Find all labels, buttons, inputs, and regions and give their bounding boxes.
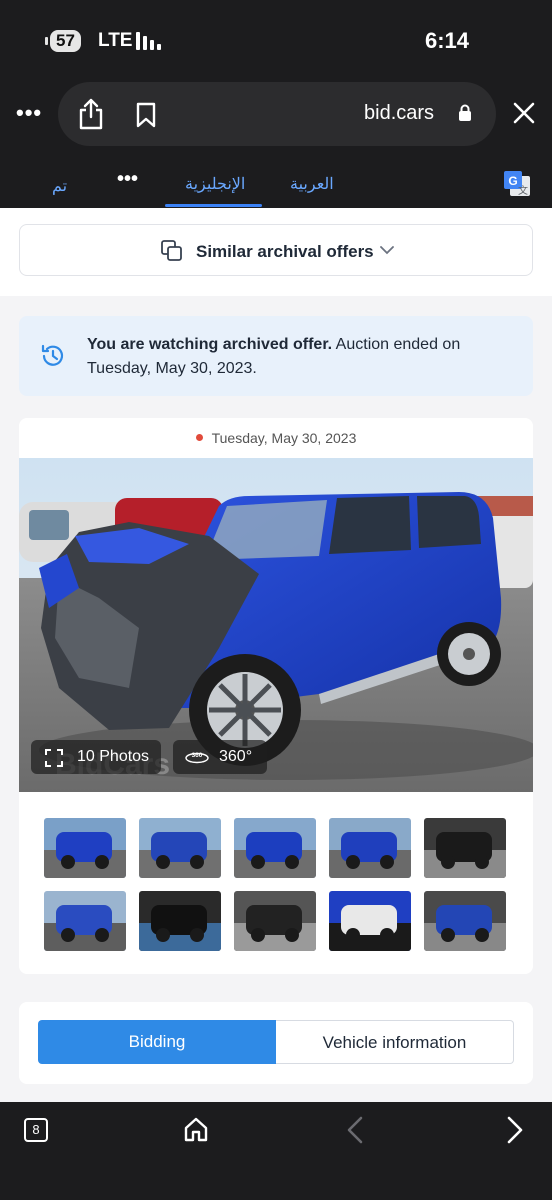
thumb-interior-front[interactable] <box>424 818 506 878</box>
browser-bottom-toolbar: 8 <box>0 1102 552 1200</box>
forward-arrow-icon[interactable] <box>506 1116 524 1144</box>
similar-offers-button[interactable]: Similar archival offers <box>19 224 533 276</box>
close-icon[interactable] <box>512 101 536 125</box>
translate-more-button[interactable]: ••• <box>117 168 138 191</box>
archived-notice: You are watching archived offer. Auction… <box>19 316 533 396</box>
battery-indicator: 57 <box>45 30 81 52</box>
thumb-vin-label[interactable] <box>329 891 411 951</box>
home-icon[interactable] <box>184 1116 208 1142</box>
bookmark-icon[interactable] <box>136 102 156 128</box>
chevron-down-icon <box>380 246 394 255</box>
expand-icon <box>45 749 63 767</box>
detail-tabs: Bidding Vehicle information <box>19 1002 533 1084</box>
thumb-front-damage[interactable] <box>139 818 221 878</box>
web-page: Similar archival offers You are watching… <box>0 208 552 1102</box>
photos-count-label: 10 Photos <box>77 748 150 765</box>
status-bar: 57 LTE 6:14 <box>0 0 552 80</box>
view-360-label: 360° <box>219 748 253 765</box>
address-bar[interactable]: bid.cars <box>58 82 496 146</box>
thumb-front-crash[interactable] <box>44 891 126 951</box>
browser-toolbar: ••• bid.cars <box>0 80 552 152</box>
rotate-360-icon: 360 <box>185 752 209 764</box>
auction-date-row: Tuesday, May 30, 2023 <box>19 418 533 458</box>
svg-text:360: 360 <box>192 752 203 759</box>
signal-icon <box>136 32 166 50</box>
status-dot <box>195 434 203 441</box>
photo-gallery: Tuesday, May 30, 2023 10 Photos 360 360° <box>19 418 533 974</box>
thumb-front-right[interactable] <box>44 818 126 878</box>
clock: 6:14 <box>425 28 470 53</box>
active-tab-indicator <box>165 204 262 207</box>
similar-section: Similar archival offers <box>0 208 552 296</box>
back-arrow-icon[interactable] <box>346 1116 364 1144</box>
photos-count-button[interactable]: 10 Photos <box>31 740 161 774</box>
thumb-rear-right[interactable] <box>329 818 411 878</box>
tab-vehicle-information[interactable]: Vehicle information <box>276 1020 514 1064</box>
lock-icon <box>459 104 471 121</box>
translate-tab-arabic[interactable]: العربية <box>290 174 334 194</box>
thumb-rear-seats[interactable] <box>234 891 316 951</box>
network-type: LTE <box>98 30 133 51</box>
translate-bar: تم ••• الإنجليزية العربية G 文 <box>0 152 552 208</box>
svg-text:G: G <box>508 174 517 188</box>
url-domain: bid.cars <box>364 102 435 124</box>
translate-tab-english[interactable]: الإنجليزية <box>185 174 245 194</box>
archived-notice-text: You are watching archived offer. Auction… <box>87 333 517 381</box>
notice-bold: You are watching archived offer. <box>87 336 333 353</box>
view-360-button[interactable]: 360 360° <box>173 740 267 774</box>
history-icon <box>41 344 64 366</box>
share-icon[interactable] <box>78 98 104 130</box>
browser-menu-button[interactable]: ••• <box>16 100 42 126</box>
copy-icon <box>161 240 182 261</box>
thumb-rear-left[interactable] <box>234 818 316 878</box>
auction-date: Tuesday, May 30, 2023 <box>211 430 357 446</box>
svg-text:文: 文 <box>518 184 528 197</box>
similar-offers-label: Similar archival offers <box>196 242 374 261</box>
thumb-dashboard[interactable] <box>139 891 221 951</box>
tabs-count-button[interactable]: 8 <box>24 1118 48 1142</box>
thumb-engine-bay[interactable] <box>424 891 506 951</box>
tab-bidding[interactable]: Bidding <box>38 1020 276 1064</box>
google-translate-icon[interactable]: G 文 <box>502 170 532 198</box>
translate-done-button[interactable]: تم <box>52 176 67 196</box>
